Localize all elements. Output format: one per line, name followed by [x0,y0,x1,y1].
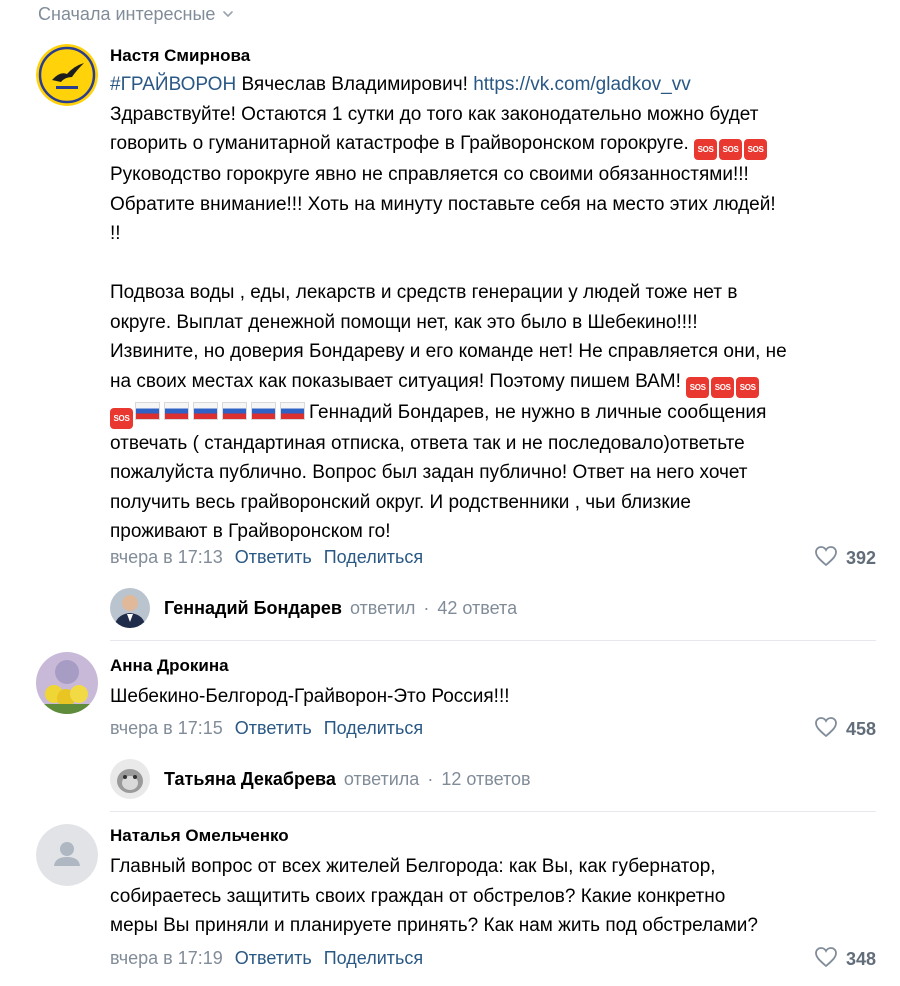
russia-flag-icon [251,401,276,420]
sort-dropdown[interactable]: Сначала интересные [38,2,235,26]
comment-line: говорить о гуманитарной катастрофе в Гра… [110,133,689,154]
share-button[interactable]: Поделиться [324,718,423,739]
like-count: 458 [845,719,876,739]
comment-text: #ГРАЙВОРОН Вячеслав Владимирович! https:… [110,70,876,547]
like-button[interactable]: 392 [814,545,876,572]
comment-date[interactable]: вчера в 17:13 [110,547,223,568]
sort-label: Сначала интересные [38,3,216,24]
comment-line: собираетесь защитить своих граждан от об… [110,885,726,907]
russia-flag-icon [193,401,218,420]
reply-count[interactable]: 42 ответа [437,598,517,619]
reply-author[interactable]: Геннадий Бондарев [164,598,342,619]
reply-verb: ответила [343,768,420,789]
reply-verb: ответил [349,597,416,618]
comment-line: Руководство горокруге явно не справляетс… [110,164,749,185]
sos-emoji-icon: SOS [719,139,743,160]
divider [110,640,876,641]
comment-line: !! [110,223,121,244]
russia-flag-icon [164,401,189,420]
comment-date[interactable]: вчера в 17:19 [110,948,223,969]
comment-line: Извините, но доверия Бондареву и его ком… [110,341,787,362]
reply-button[interactable]: Ответить [235,948,312,969]
comment-author[interactable]: Наталья Омельченко [110,824,876,848]
comment-text: Шебекино-Белгород-Грайворон-Это Россия!!… [110,686,510,707]
separator-dot: · [423,597,430,618]
profile-link[interactable]: https://vk.com/gladkov_vv [473,74,691,95]
heart-icon [814,716,838,743]
heart-icon [814,946,838,973]
reply-button[interactable]: Ответить [235,718,312,739]
comment-line: меры Вы приняли и планируете принять? Ка… [110,915,758,936]
comment-line: получить весь грайворонский округ. И род… [110,491,691,513]
comment-line: Обратите внимание!!! Хоть на минуту пост… [110,193,776,215]
sos-emoji-icon: SOS [736,376,760,398]
comment-line: округе. Выплат денежной помощи нет, как … [110,311,698,333]
like-count: 348 [845,949,876,969]
sos-emoji-icon: SOS [686,376,710,398]
comment-meta: вчера в 17:19 Ответить Поделиться [110,943,423,973]
reply-author[interactable]: Татьяна Декабрева [164,769,336,790]
sos-emoji-icon: SOS [110,407,133,429]
comment-line: пожалуйста публично. Вопрос был задан пу… [110,462,748,483]
separator-dot: · [427,768,434,789]
avatar [110,588,150,628]
chevron-down-icon [221,7,235,21]
comment-author[interactable]: Настя Смирнова [110,44,876,68]
comment-line: на своих местах как показывает ситуация!… [110,370,681,392]
comment-meta: вчера в 17:15 Ответить Поделиться [110,713,423,743]
replies-thread[interactable]: Татьяна Декабрева ответила · 12 ответов [110,759,531,799]
comment-author[interactable]: Анна Дрокина [110,654,876,678]
avatar[interactable] [36,652,98,714]
like-count: 392 [845,548,876,568]
replies-thread[interactable]: Геннадий Бондарев ответил · 42 ответа [110,588,517,628]
russia-flag-icon [280,401,305,420]
comment-line: Главный вопрос от всех жителей Белгорода… [110,856,716,877]
comment-line: отвечать ( стандартиная отписка, ответа … [110,432,745,454]
like-button[interactable]: 348 [814,946,876,973]
heart-icon [814,545,838,572]
comment-text: Главный вопрос от всех жителей Белгорода… [110,852,876,941]
comment-line: проживают в Грайворонском го! [110,521,391,542]
avatar[interactable] [36,824,98,886]
reply-count[interactable]: 12 ответов [441,769,530,790]
avatar [110,759,150,799]
comment-line: Здравствуйте! Остаются 1 сутки до того к… [110,103,759,125]
divider [110,811,876,812]
comment-meta: вчера в 17:13 Ответить Поделиться [110,542,423,572]
reply-button[interactable]: Ответить [235,547,312,568]
russia-flag-icon [135,401,160,420]
sos-emoji-icon: SOS [711,376,735,398]
comment-date[interactable]: вчера в 17:15 [110,718,223,739]
comment-line: Геннадий Бондарев, не нужно в личные соо… [309,401,767,423]
avatar[interactable] [36,44,98,106]
comment-text-addressee: Вячеслав Владимирович! [236,74,474,95]
russia-flag-icon [222,401,247,420]
comment-line: Подвоза воды , еды, лекарств и средств г… [110,282,738,303]
share-button[interactable]: Поделиться [324,948,423,969]
share-button[interactable]: Поделиться [324,547,423,568]
like-button[interactable]: 458 [814,716,876,743]
hashtag-link[interactable]: #ГРАЙВОРОН [110,74,236,95]
sos-emoji-icon: SOS [744,139,768,160]
sos-emoji-icon: SOS [694,139,718,160]
